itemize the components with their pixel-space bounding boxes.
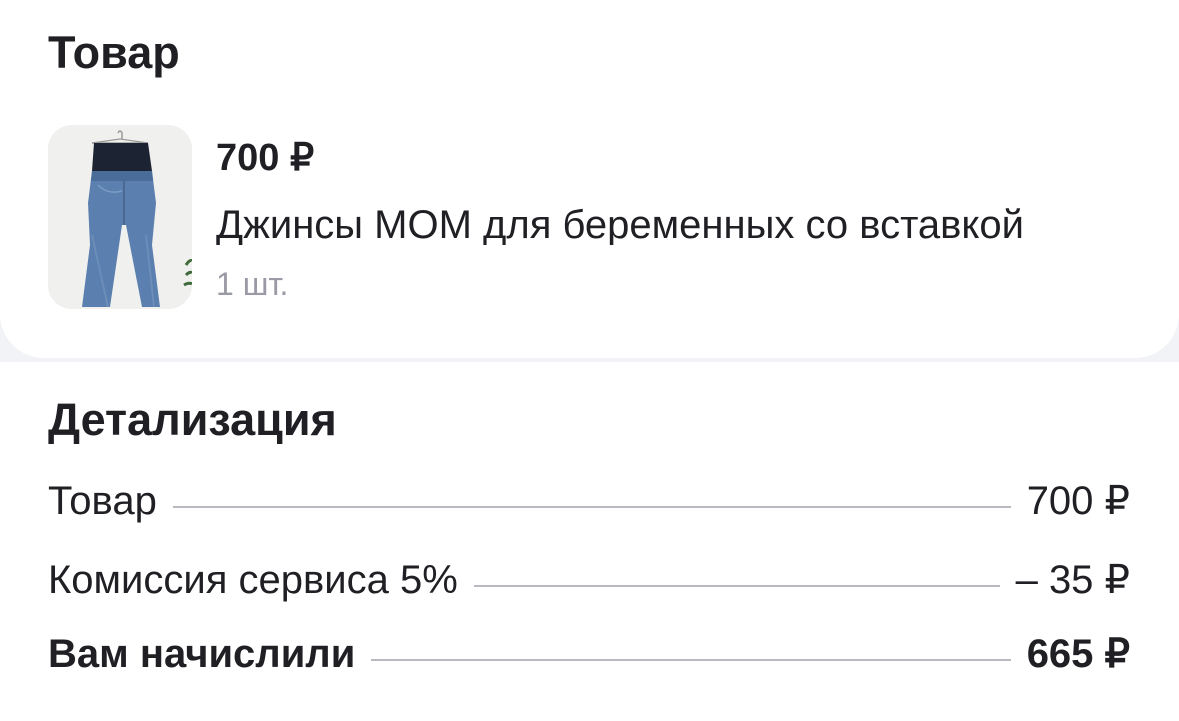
details-row-commission: Комиссия сервиса 5% – 35 ₽ — [48, 560, 1130, 600]
details-row-total: Вам начислили 665 ₽ — [48, 634, 1130, 674]
details-row-label: Товар — [48, 479, 157, 523]
details-row-item: Товар 700 ₽ — [48, 481, 1130, 521]
product-card: Товар 700 ₽ Джинсы MOM для беременных со… — [0, 0, 1179, 358]
details-section-title: Детализация — [48, 394, 337, 445]
product-price: 700 ₽ — [216, 137, 315, 179]
product-section-title: Товар — [48, 27, 180, 78]
product-name[interactable]: Джинсы MOM для беременных со вставкой — [216, 205, 1132, 245]
details-row-value: 700 ₽ — [1026, 479, 1130, 523]
details-row-label: Вам начислили — [48, 632, 356, 676]
product-thumbnail[interactable] — [48, 125, 192, 309]
dotted-divider — [371, 659, 1011, 661]
dotted-divider — [172, 506, 1011, 508]
details-row-label: Комиссия сервиса 5% — [48, 558, 458, 602]
details-row-value: 665 ₽ — [1026, 632, 1130, 676]
jeans-photo-icon — [48, 125, 192, 309]
dotted-divider — [473, 585, 1000, 587]
product-quantity: 1 шт. — [216, 266, 289, 302]
details-row-value: – 35 ₽ — [1015, 558, 1130, 602]
